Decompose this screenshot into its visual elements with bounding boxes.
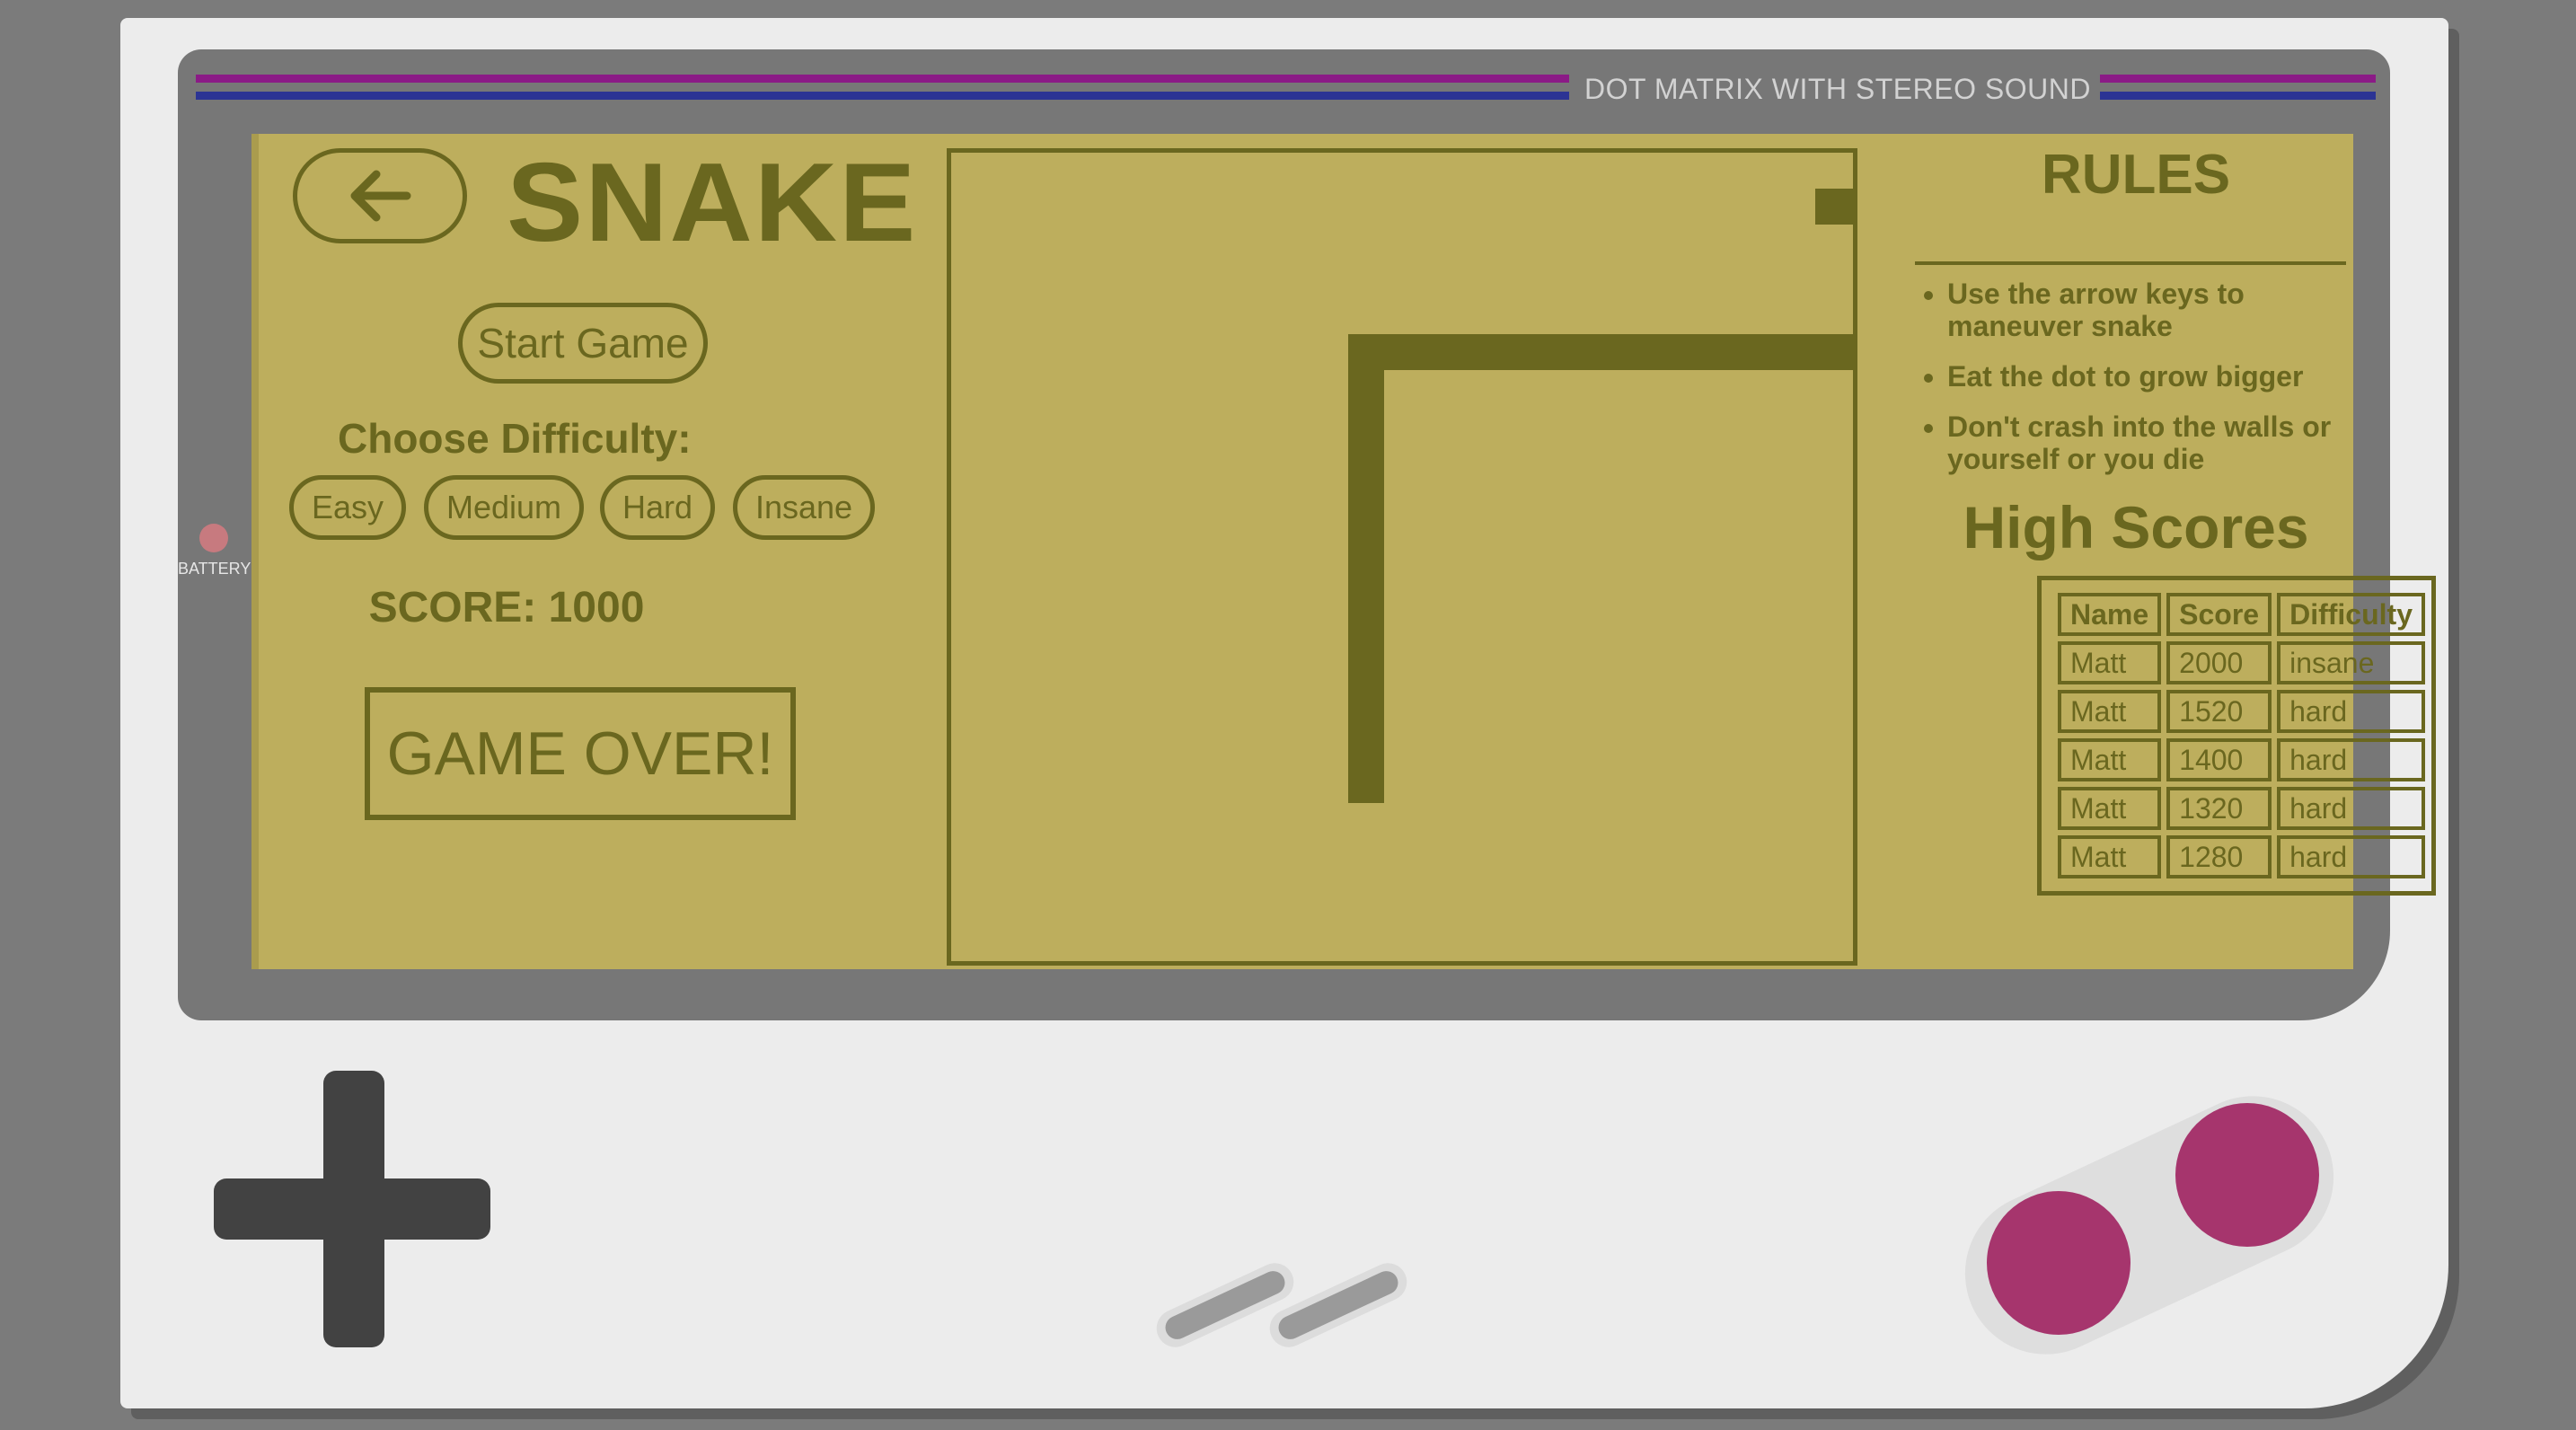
rule-item: Use the arrow keys to maneuver snake: [1947, 278, 2355, 342]
cell-score: 1320: [2166, 787, 2272, 830]
table-row: Matt 1320 hard: [2058, 787, 2425, 830]
rule-item: Don't crash into the walls or yourself o…: [1947, 410, 2355, 475]
screen-bezel: DOT MATRIX WITH STEREO SOUND BATTERY SNA…: [178, 49, 2436, 1020]
high-scores-panel: Name Score Difficulty Matt 2000 insane M…: [2037, 576, 2436, 896]
start-game-button[interactable]: Start Game: [458, 303, 708, 384]
score-display: SCORE: 1000: [368, 584, 645, 631]
cell-difficulty: hard: [2277, 738, 2425, 781]
game-title: SNAKE: [507, 141, 918, 265]
table-row: Matt 1400 hard: [2058, 738, 2425, 781]
b-button[interactable]: [1987, 1191, 2130, 1335]
table-row: Matt 1280 hard: [2058, 835, 2425, 878]
battery-label: BATTERY: [178, 560, 251, 578]
difficulty-heading: Choose Difficulty:: [338, 415, 692, 462]
food-dot: [1815, 189, 1853, 225]
difficulty-hard-button[interactable]: Hard: [600, 475, 715, 540]
bezel-stripes-right: [2100, 75, 2376, 100]
back-button[interactable]: [293, 148, 467, 243]
column-header-name: Name: [2058, 593, 2162, 636]
table-row: Matt 1520 hard: [2058, 690, 2425, 733]
high-scores-table: Name Score Difficulty Matt 2000 insane M…: [2052, 587, 2430, 884]
rules-heading: RULES: [2041, 144, 2231, 206]
difficulty-easy-button[interactable]: Easy: [289, 475, 406, 540]
snake-segment-horizontal: [1348, 334, 1853, 370]
cell-score: 1520: [2166, 690, 2272, 733]
start-button-inner: [1275, 1267, 1402, 1344]
column-header-score: Score: [2166, 593, 2272, 636]
table-header-row: Name Score Difficulty: [2058, 593, 2425, 636]
cell-name: Matt: [2058, 787, 2162, 830]
handheld-console: DOT MATRIX WITH STEREO SOUND BATTERY SNA…: [120, 18, 2448, 1408]
stripe-purple: [2100, 75, 2376, 83]
battery-led: [199, 524, 228, 552]
game-over-banner: GAME OVER!: [365, 687, 796, 820]
cell-name: Matt: [2058, 690, 2162, 733]
cell-name: Matt: [2058, 835, 2162, 878]
brand-text: DOT MATRIX WITH STEREO SOUND: [1584, 73, 2091, 105]
cell-score: 1400: [2166, 738, 2272, 781]
rules-divider: [1915, 261, 2346, 265]
stripe-blue: [2100, 92, 2376, 100]
cell-name: Matt: [2058, 641, 2162, 684]
rule-item: Eat the dot to grow bigger: [1947, 360, 2355, 393]
column-header-difficulty: Difficulty: [2277, 593, 2425, 636]
cell-score: 2000: [2166, 641, 2272, 684]
dpad-horizontal[interactable]: [214, 1178, 490, 1240]
snake-segment-vertical: [1348, 334, 1384, 803]
stripe-blue: [196, 92, 1569, 100]
difficulty-medium-button[interactable]: Medium: [424, 475, 584, 540]
a-button[interactable]: [2175, 1103, 2319, 1247]
stripe-purple: [196, 75, 1569, 83]
cell-score: 1280: [2166, 835, 2272, 878]
rules-list: Use the arrow keys to maneuver snake Eat…: [1915, 278, 2355, 493]
cell-difficulty: insane: [2277, 641, 2425, 684]
arrow-left-icon: [350, 170, 411, 222]
snake-board: [947, 148, 1857, 966]
high-scores-heading: High Scores: [1963, 494, 2309, 561]
cell-difficulty: hard: [2277, 787, 2425, 830]
table-row: Matt 2000 insane: [2058, 641, 2425, 684]
cell-difficulty: hard: [2277, 690, 2425, 733]
cell-difficulty: hard: [2277, 835, 2425, 878]
difficulty-insane-button[interactable]: Insane: [733, 475, 875, 540]
cell-name: Matt: [2058, 738, 2162, 781]
game-screen: SNAKE Start Game Choose Difficulty: Easy…: [251, 134, 2436, 969]
bezel-stripes-left: [196, 75, 1569, 100]
